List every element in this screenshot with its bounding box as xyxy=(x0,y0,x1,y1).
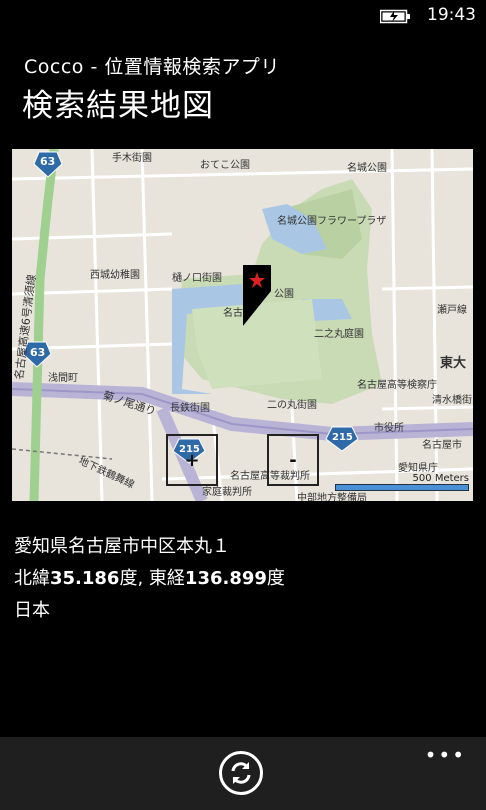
latitude-value: 35.186 xyxy=(50,568,120,589)
map-label: 清水橋街 xyxy=(432,395,472,406)
zoom-out-button[interactable]: - xyxy=(267,434,319,486)
scale-bar xyxy=(335,484,469,491)
map-label: 長鉄街園 xyxy=(170,403,210,414)
app-name: Cocco - 位置情報検索アプリ xyxy=(24,56,280,78)
longitude-value: 136.899 xyxy=(184,568,267,589)
scale-label: 500 Meters xyxy=(412,473,469,484)
map-label: 西城幼稚園 xyxy=(90,270,140,281)
map-graphic xyxy=(12,149,473,501)
longitude-unit: 度 xyxy=(266,568,285,589)
latitude-prefix: 北緯 xyxy=(14,568,50,589)
zoom-in-button[interactable]: + xyxy=(166,434,218,486)
map-label: 愛知県庁 xyxy=(398,463,438,474)
map-label: 瀬戸線 xyxy=(437,305,467,316)
route-215-shield: 215 xyxy=(332,432,353,443)
status-bar: 19:43 xyxy=(0,0,486,34)
map-label: 浅間町 xyxy=(48,373,78,384)
page-title: 検索結果地図 xyxy=(22,88,214,124)
route-63-shield: 63 xyxy=(30,346,46,359)
clock: 19:43 xyxy=(427,5,476,25)
address-text: 愛知県名古屋市中区本丸１ xyxy=(14,536,230,557)
latitude-unit: 度, xyxy=(119,568,149,589)
map-label: 名城公園フラワープラザ xyxy=(277,216,387,227)
map-label: 名古 xyxy=(223,308,243,319)
map-label: 東大 xyxy=(440,356,467,371)
coordinates-text: 北緯35.186度, 東経136.899度 xyxy=(14,564,285,590)
more-button[interactable]: ••• xyxy=(425,743,466,767)
map-label: 二の丸街園 xyxy=(267,400,317,411)
route-63-shield: 63 xyxy=(40,155,56,168)
map-label: 樋ノ口街園 xyxy=(172,273,222,284)
map-label: 名城公園 xyxy=(347,163,387,174)
map-view[interactable]: 63 63 215 215 手木街園 おてこ公園 名城公園 名城公園フラワープラ… xyxy=(12,149,473,501)
battery-charging-icon xyxy=(380,9,410,24)
map-label: 二之丸庭園 xyxy=(314,329,364,340)
map-label: 名古屋高等検察庁 xyxy=(357,380,437,391)
map-label: 手木街園 xyxy=(112,153,152,164)
map-label: 市役所 xyxy=(374,423,404,434)
map-label: 公園 xyxy=(274,289,294,300)
refresh-button[interactable] xyxy=(219,751,263,795)
map-label: おてこ公園 xyxy=(200,160,250,171)
refresh-icon xyxy=(231,762,251,784)
longitude-prefix: 東経 xyxy=(148,568,185,589)
map-label: 名古屋市 xyxy=(422,440,462,451)
app-bar: ••• xyxy=(0,737,486,810)
country-text: 日本 xyxy=(14,600,50,621)
